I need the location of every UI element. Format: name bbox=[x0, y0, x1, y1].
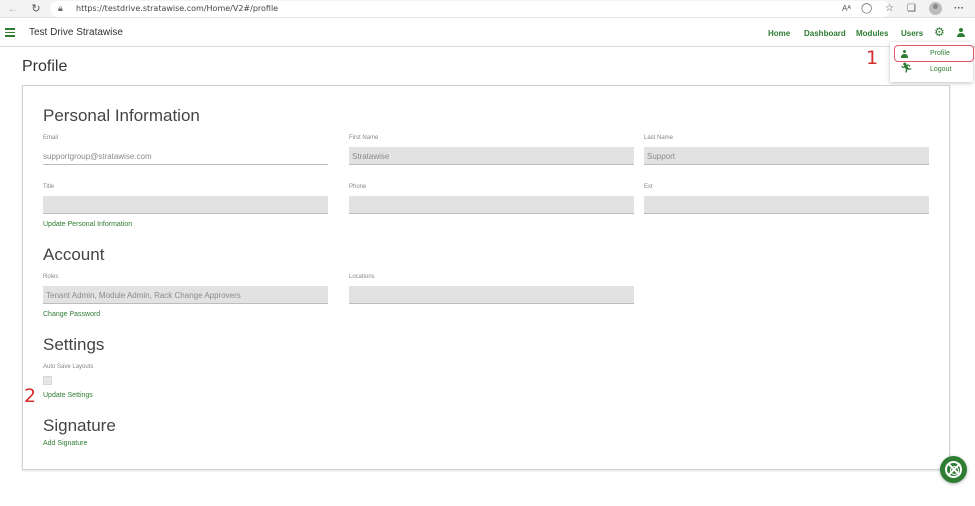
menu-item-logout[interactable]: 🏃︎ Logout bbox=[890, 62, 973, 78]
roles-label: Roles bbox=[43, 274, 59, 280]
app-title: Test Drive Stratawise bbox=[29, 27, 123, 38]
title-label: Title bbox=[43, 184, 55, 190]
section-signature: Signature bbox=[43, 416, 116, 435]
ext-label: Ext bbox=[644, 184, 653, 190]
user-dropdown-menu: Profile 🏃︎ Logout bbox=[890, 42, 974, 82]
nav-dashboard[interactable]: Dashboard bbox=[804, 29, 846, 38]
locations-label: Locations bbox=[349, 274, 375, 280]
roles-field[interactable]: Tenant Admin, Module Admin, Rack Change … bbox=[43, 286, 328, 304]
last-name-value: Support bbox=[647, 152, 676, 161]
nav-users[interactable]: Users bbox=[901, 29, 923, 38]
roles-value: Tenant Admin, Module Admin, Rack Change … bbox=[46, 291, 241, 300]
profile-avatar-icon[interactable] bbox=[929, 2, 942, 15]
favorites-icon[interactable]: ☆ bbox=[885, 3, 894, 15]
section-settings: Settings bbox=[43, 335, 105, 354]
read-aloud-icon[interactable]: Aᴬ bbox=[842, 3, 851, 15]
first-name-value: Stratawise bbox=[352, 152, 390, 161]
first-name-field[interactable]: Stratawise bbox=[349, 147, 634, 165]
update-settings-link[interactable]: Update Settings bbox=[43, 392, 93, 399]
app-header: Test Drive Stratawise Home Dashboard Mod… bbox=[0, 19, 975, 47]
profile-card: Personal Information Email supportgroup@… bbox=[22, 85, 950, 470]
auto-save-layouts-checkbox[interactable] bbox=[43, 376, 52, 385]
add-signature-link[interactable]: Add Signature bbox=[43, 440, 87, 447]
refresh-icon[interactable]: ↻ bbox=[29, 2, 43, 16]
ext-field[interactable] bbox=[644, 196, 929, 214]
collections-icon[interactable]: ❏ bbox=[907, 3, 916, 15]
nav-modules[interactable]: Modules bbox=[856, 29, 888, 38]
phone-field[interactable] bbox=[349, 196, 634, 214]
auto-save-layouts-label: Auto Save Layouts bbox=[43, 364, 94, 370]
back-icon[interactable]: ← bbox=[6, 2, 20, 16]
url-text[interactable]: https://testdrive.stratawise.com/Home/V2… bbox=[76, 4, 278, 13]
lock-icon: 🔒︎ bbox=[58, 3, 63, 13]
last-name-label: Last Name bbox=[644, 135, 674, 141]
email-value: supportgroup@stratawise.com bbox=[43, 152, 152, 161]
menu-item-logout-label: Logout bbox=[930, 66, 952, 73]
hamburger-menu-icon[interactable] bbox=[5, 28, 15, 37]
support-lifebuoy-icon[interactable] bbox=[940, 456, 967, 483]
update-personal-information-link[interactable]: Update Personal Information bbox=[43, 221, 132, 228]
first-name-label: First Name bbox=[349, 135, 379, 141]
app-available-icon[interactable]: ◯ bbox=[861, 3, 872, 15]
user-menu-icon[interactable] bbox=[956, 28, 966, 38]
page-title: Profile bbox=[22, 58, 68, 75]
annotation-number-2: 2 bbox=[24, 385, 37, 407]
change-password-link[interactable]: Change Password bbox=[43, 311, 100, 318]
browser-toolbar: ← ↻ 🔒︎ https://testdrive.stratawise.com/… bbox=[0, 0, 975, 18]
menu-item-profile-label: Profile bbox=[930, 50, 950, 57]
menu-item-profile[interactable]: Profile bbox=[890, 46, 973, 62]
running-man-icon: 🏃︎ bbox=[900, 63, 913, 74]
phone-label: Phone bbox=[349, 184, 367, 190]
section-account: Account bbox=[43, 245, 105, 264]
more-icon[interactable]: ··· bbox=[954, 3, 964, 15]
annotation-number-1: 1 bbox=[866, 47, 879, 69]
nav-home[interactable]: Home bbox=[768, 29, 790, 38]
address-bar[interactable]: 🔒︎ https://testdrive.stratawise.com/Home… bbox=[50, 1, 890, 17]
email-label: Email bbox=[43, 135, 59, 141]
person-icon bbox=[900, 50, 909, 58]
section-personal-information: Personal Information bbox=[43, 106, 200, 125]
last-name-field[interactable]: Support bbox=[644, 147, 929, 165]
email-field[interactable]: supportgroup@stratawise.com bbox=[43, 147, 328, 165]
title-field[interactable] bbox=[43, 196, 328, 214]
gear-icon[interactable]: ⚙︎ bbox=[934, 26, 945, 38]
locations-field[interactable] bbox=[349, 286, 634, 304]
